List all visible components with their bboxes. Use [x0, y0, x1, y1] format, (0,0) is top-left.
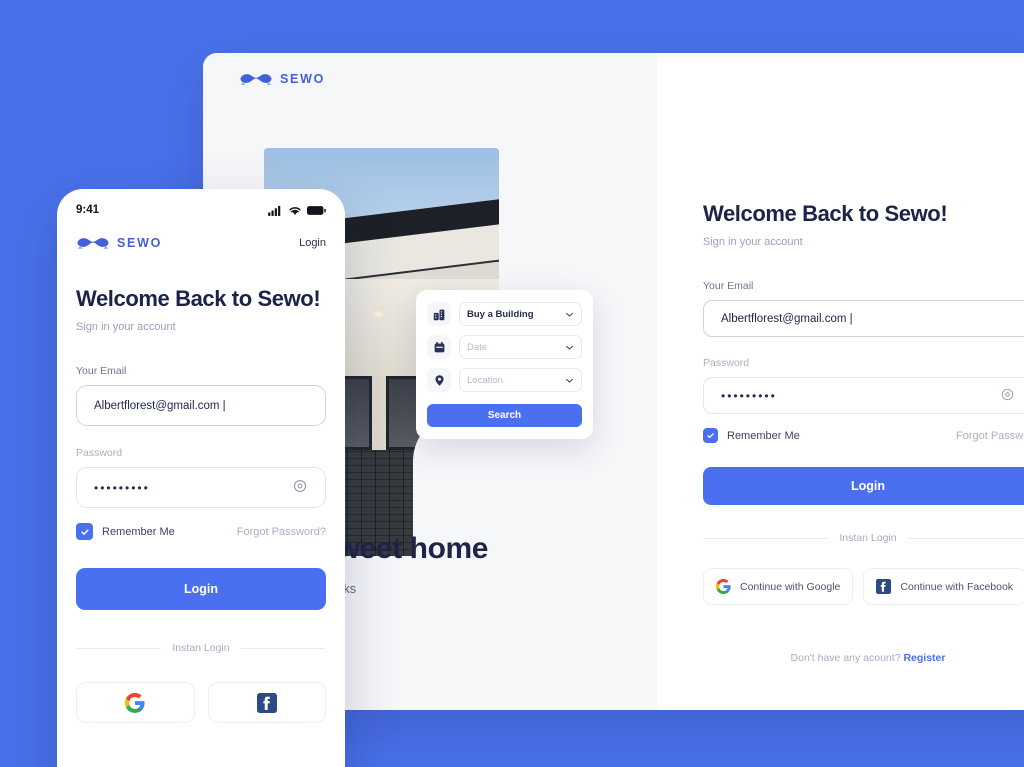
instant-login-label: Instan Login	[172, 642, 230, 654]
password-field[interactable]: •••••••••	[703, 377, 1024, 414]
brand-logo[interactable]: SEWO	[76, 235, 162, 250]
email-value: Albertflorest@gmail.com |	[94, 399, 226, 412]
mobile-login-link[interactable]: Login	[299, 237, 326, 249]
continue-with-facebook-button[interactable]: Continue with Facebook	[863, 568, 1024, 605]
chevron-down-icon	[565, 345, 574, 350]
login-button[interactable]: Login	[703, 467, 1024, 505]
email-value: Albertflorest@gmail.com |	[721, 312, 853, 325]
facebook-button-label: Continue with Facebook	[900, 580, 1014, 593]
check-icon	[80, 528, 89, 535]
divider-line-right	[240, 647, 326, 649]
continue-with-google-button[interactable]: Continue with Google	[703, 568, 854, 605]
search-row-date: Date	[427, 335, 582, 359]
search-row-type: Buy a Building	[427, 302, 582, 326]
password-value: •••••••••	[721, 388, 777, 403]
infinity-loops-icon	[77, 238, 109, 249]
register-prompt: Don't have any acount?	[790, 652, 904, 664]
google-icon	[125, 692, 145, 713]
page-title: Welcome Back to Sewo!	[703, 201, 948, 226]
cellular-signal-icon	[268, 205, 281, 216]
password-field[interactable]: •••••••••	[76, 467, 326, 508]
remember-me-label: Remember Me	[102, 525, 175, 538]
battery-icon	[307, 205, 326, 215]
infinity-loops-icon	[240, 74, 272, 85]
register-link[interactable]: Register	[903, 652, 945, 664]
desktop-login-pane: Welcome Back to Sewo! Sign in your accou…	[657, 53, 1024, 710]
email-field[interactable]: Albertflorest@gmail.com |	[703, 300, 1024, 337]
email-label: Your Email	[76, 365, 127, 377]
continue-with-google-button[interactable]	[76, 682, 195, 723]
chevron-down-icon	[565, 378, 574, 383]
password-label: Password	[703, 357, 750, 369]
remember-me-label: Remember Me	[727, 429, 800, 442]
search-button[interactable]: Search	[427, 404, 582, 427]
brand-logo[interactable]: SEWO	[239, 71, 325, 86]
instant-login-label: Instan Login	[839, 532, 897, 544]
facebook-icon	[876, 579, 892, 594]
brand-name: SEWO	[280, 71, 325, 86]
search-date-select[interactable]: Date	[459, 335, 582, 359]
mobile-nav-bar: SEWO Login	[76, 235, 326, 250]
divider-line-left	[76, 647, 162, 649]
facebook-icon	[256, 692, 277, 713]
search-location-select[interactable]: Location	[459, 368, 582, 392]
search-type-select[interactable]: Buy a Building	[459, 302, 582, 326]
status-bar-time: 9:41	[76, 204, 100, 216]
continue-with-facebook-button[interactable]	[207, 682, 326, 723]
password-label: Password	[76, 447, 123, 459]
search-row-location: Location	[427, 368, 582, 392]
search-date-placeholder: Date	[467, 341, 488, 353]
forgot-password-link[interactable]: Forgot Passwor	[956, 430, 1024, 442]
email-field[interactable]: Albertflorest@gmail.com |	[76, 385, 326, 426]
page-subtitle: Sign in your account	[703, 236, 803, 248]
check-icon	[707, 433, 714, 439]
brand-name: SEWO	[117, 235, 162, 250]
page-subtitle: Sign in your account	[76, 321, 176, 333]
wifi-icon	[289, 206, 301, 215]
google-icon	[716, 579, 731, 594]
mobile-phone-mockup: 9:41 SEWO Login Welcome Back to Sewo! Si…	[57, 189, 345, 767]
login-button[interactable]: Login	[76, 568, 326, 610]
chevron-down-icon	[565, 312, 574, 317]
search-type-value: Buy a Building	[467, 308, 534, 320]
divider-line-right	[907, 537, 1024, 539]
mobile-status-bar: 9:41	[76, 189, 326, 223]
google-button-label: Continue with Google	[740, 580, 841, 593]
location-pin-icon	[427, 368, 451, 392]
remember-me-checkbox[interactable]	[703, 428, 718, 443]
password-value: •••••••••	[94, 480, 150, 495]
page-title: Welcome Back to Sewo!	[76, 286, 321, 311]
eye-icon[interactable]	[292, 478, 308, 497]
property-search-card: Buy a Building Date Location Search	[416, 290, 593, 439]
eye-icon[interactable]	[1000, 387, 1015, 405]
building-icon	[427, 302, 451, 326]
search-location-placeholder: Location	[467, 374, 503, 386]
remember-me-checkbox[interactable]	[76, 523, 93, 540]
email-label: Your Email	[703, 280, 754, 292]
divider-line-left	[703, 537, 829, 539]
forgot-password-link[interactable]: Forgot Password?	[237, 526, 326, 538]
calendar-icon	[427, 335, 451, 359]
